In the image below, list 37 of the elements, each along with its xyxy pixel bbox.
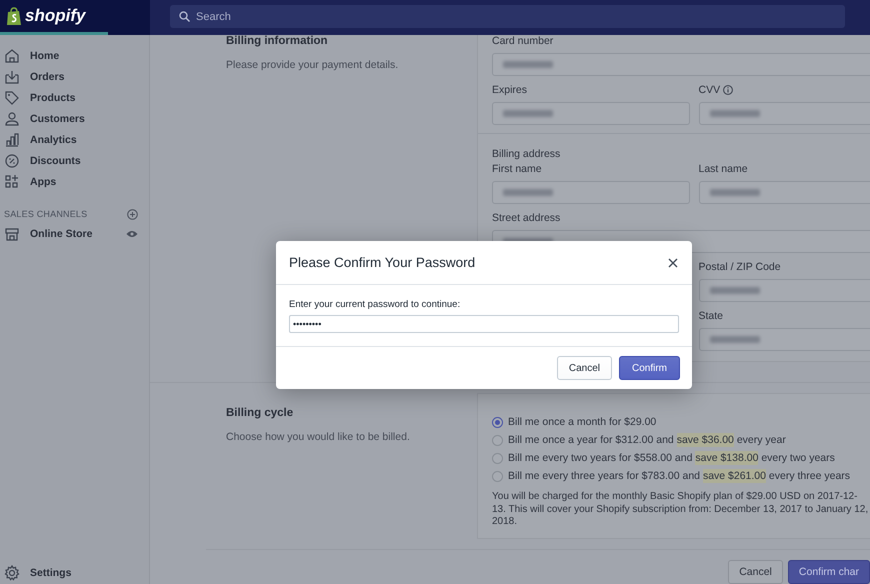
- nav-link[interactable]: Home: [30, 50, 60, 62]
- section-title: Billing cycle: [226, 407, 294, 419]
- logo-wordmark: shopify: [25, 6, 86, 26]
- password-field[interactable]: •••••••••: [289, 315, 679, 333]
- option-label[interactable]: Bill me once a year for $312.00 and save $36.00 every year: [508, 434, 786, 446]
- field-label: Expires: [492, 84, 528, 96]
- nav-link[interactable]: Apps: [30, 176, 56, 188]
- option-label[interactable]: Bill me every two years for $558.00 and save $138.00 every two years: [508, 452, 835, 464]
- field-label: Street address: [492, 212, 560, 224]
- option-label[interactable]: Bill me every three years for $783.00 and save $261.00 every three years: [508, 470, 850, 482]
- section-title: Billing information: [226, 35, 329, 47]
- confirm-button[interactable]: Confirm char: [788, 560, 870, 584]
- search-field[interactable]: Search: [170, 5, 845, 28]
- field-label: First name: [492, 163, 542, 175]
- nav-link[interactable]: Analytics: [30, 134, 77, 146]
- nav-link[interactable]: Discounts: [30, 154, 81, 166]
- nav-link[interactable]: Customers: [30, 112, 85, 124]
- section-description: Choose how you would like to be billed.: [226, 431, 411, 443]
- nav-link[interactable]: Online Store: [30, 228, 92, 240]
- dialog-title: Please Confirm Your Password: [289, 255, 476, 270]
- field-label: Enter your current password to continue:: [289, 299, 462, 310]
- section-description: Please provide your payment details.: [226, 59, 400, 71]
- field-label: Last name: [698, 163, 748, 175]
- section-heading: SALES CHANNELS: [4, 209, 88, 219]
- nav-link[interactable]: Settings: [30, 567, 72, 579]
- charge-notice: You will be charged for the monthly Basic Shopify plan of $29.00 USD on 2017-12-13. This will cover your Shopify subscription from: December 13, 2017 to January 12, 2018.: [492, 491, 870, 528]
- subsection-heading: Billing address: [492, 148, 562, 160]
- field-label: State: [698, 310, 724, 322]
- option-label[interactable]: Bill me once a month for $29.00: [508, 416, 656, 428]
- cancel-button[interactable]: Cancel: [556, 356, 612, 380]
- field-label: Postal / ZIP Code: [698, 261, 781, 273]
- field-label: Card number: [492, 35, 554, 47]
- cancel-button[interactable]: Cancel: [728, 560, 783, 584]
- confirm-button[interactable]: Confirm: [618, 356, 680, 380]
- nav-link[interactable]: Orders: [30, 70, 64, 82]
- field-label: CVV: [698, 84, 720, 96]
- nav-link[interactable]: Products: [30, 92, 76, 104]
